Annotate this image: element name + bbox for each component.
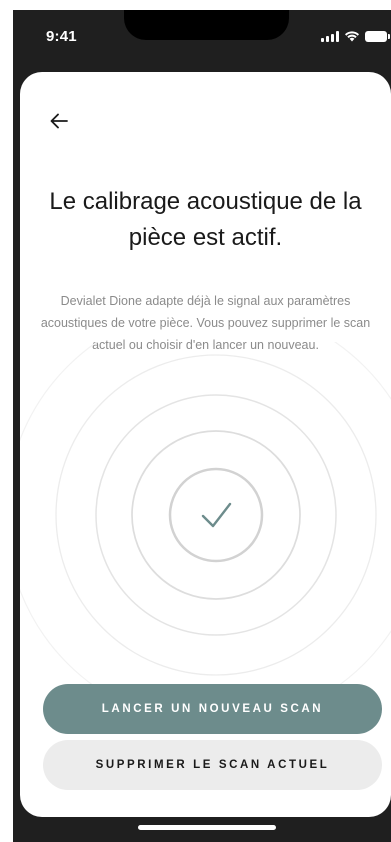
- status-icons: [321, 30, 390, 42]
- page-title: Le calibrage acoustique de la pièce est …: [49, 188, 362, 251]
- signal-icon: [321, 30, 339, 42]
- battery-icon: [365, 30, 390, 42]
- calibration-rings: [20, 342, 391, 722]
- new-scan-button[interactable]: LANCER UN NOUVEAU SCAN: [43, 684, 382, 734]
- ring-inner: [168, 467, 264, 563]
- content-card: Le calibrage acoustique de la pièce est …: [20, 72, 391, 817]
- delete-scan-button[interactable]: SUPPRIMER LE SCAN ACTUEL: [43, 740, 382, 790]
- home-indicator: [138, 825, 276, 830]
- status-bar: 9:41: [13, 10, 391, 62]
- wifi-icon: [345, 31, 359, 42]
- status-time: 9:41: [46, 28, 77, 45]
- notch: [124, 10, 289, 40]
- phone-frame: 9:41 Le calibrage acoustique de la pièce…: [13, 10, 391, 842]
- arrow-left-icon[interactable]: [48, 110, 70, 132]
